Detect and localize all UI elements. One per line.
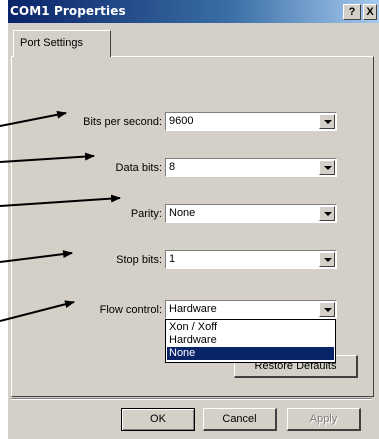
parity-value: None [169,207,196,219]
data-bits-select[interactable]: 8 [165,158,337,177]
bits-per-second-select[interactable]: 9600 [165,112,337,131]
cancel-button[interactable]: Cancel [203,408,277,431]
stop-bits-label: Stop bits: [116,254,162,266]
properties-dialog: COM1 Properties ? X Port Settings Bits p… [8,0,379,439]
chevron-down-icon[interactable] [319,160,335,175]
data-bits-label: Data bits: [115,162,162,174]
help-button[interactable]: ? [343,4,361,20]
dropdown-option[interactable]: Xon / Xoff [167,321,334,334]
flow-control-select[interactable]: Hardware [165,300,337,319]
bits-per-second-label: Bits per second: [83,116,162,128]
stop-bits-value: 1 [169,253,176,265]
title-bar[interactable]: COM1 Properties ? X [8,0,379,23]
parity-select[interactable]: None [165,204,337,223]
chevron-down-icon[interactable] [319,206,335,221]
dropdown-option-selected[interactable]: None [167,347,334,360]
flow-control-value: Hardware [169,303,217,315]
chevron-down-icon[interactable] [319,114,335,129]
flow-control-label: Flow control: [99,304,162,316]
tab-port-settings[interactable]: Port Settings [13,30,111,57]
apply-button: Apply [287,408,361,431]
window-title: COM1 Properties [10,4,126,18]
separator [11,398,372,400]
data-bits-value: 8 [169,161,176,173]
flow-control-dropdown-list[interactable]: Xon / Xoff Hardware None [165,319,336,363]
stop-bits-select[interactable]: 1 [165,250,337,269]
chevron-down-icon[interactable] [319,252,335,267]
ok-button[interactable]: OK [121,408,195,431]
parity-label: Parity: [130,208,162,220]
dropdown-option[interactable]: Hardware [167,334,334,347]
chevron-down-icon[interactable] [319,302,335,317]
close-button[interactable]: X [363,4,377,20]
tab-label: Port Settings [20,37,83,49]
bits-per-second-value: 9600 [169,115,194,127]
